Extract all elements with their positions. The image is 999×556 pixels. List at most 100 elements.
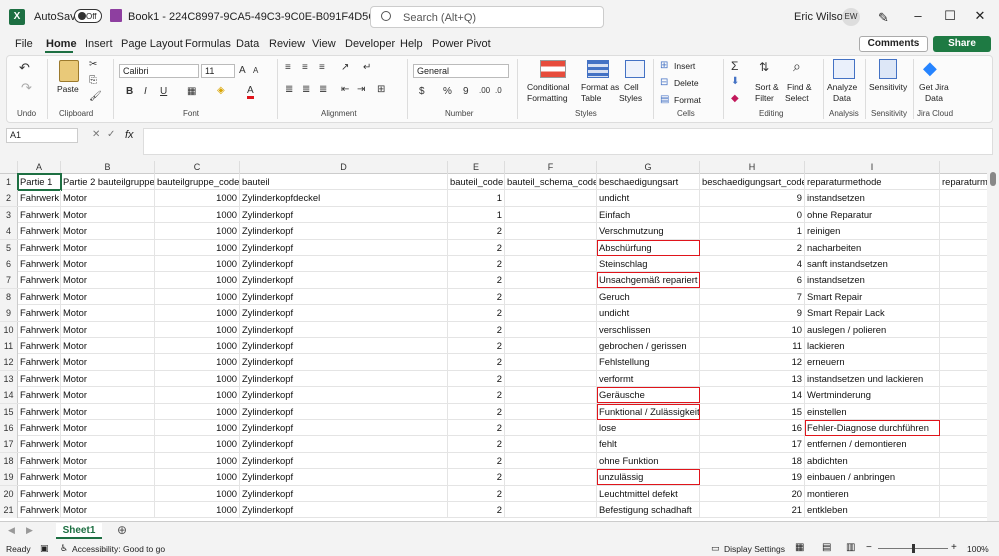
fill-color-icon[interactable]: ◈: [217, 85, 225, 96]
cell[interactable]: 2: [448, 485, 505, 502]
cell[interactable]: Motor: [61, 370, 155, 387]
cell[interactable]: 2: [448, 239, 505, 256]
cell[interactable]: Wertminderung: [805, 387, 940, 404]
cell[interactable]: 1000: [155, 305, 240, 322]
insert-function-icon[interactable]: fx: [125, 129, 134, 141]
cell[interactable]: Motor: [61, 354, 155, 371]
cell[interactable]: 16: [700, 420, 805, 436]
cell[interactable]: fehlt: [597, 436, 700, 453]
tab-data[interactable]: Data: [236, 38, 259, 50]
sheet-tab-sheet1[interactable]: Sheet1: [56, 523, 102, 539]
zoom-slider-thumb[interactable]: [912, 544, 915, 553]
cell[interactable]: [505, 469, 597, 486]
cell[interactable]: unzulässig: [597, 469, 700, 486]
cell[interactable]: Leuchtmittel defekt: [597, 485, 700, 502]
cell[interactable]: Fahrwerk: [18, 502, 61, 518]
cell[interactable]: Steinschlag: [597, 256, 700, 272]
cell[interactable]: Fahrwerk: [18, 485, 61, 502]
row-header[interactable]: 5: [0, 239, 18, 256]
cell[interactable]: einbauen / anbringen: [805, 469, 940, 486]
add-sheet-icon[interactable]: ⊕: [117, 523, 127, 537]
cell[interactable]: 1000: [155, 370, 240, 387]
row-header[interactable]: 2: [0, 190, 18, 207]
minimize-icon[interactable]: –: [908, 6, 928, 26]
align-top-icon[interactable]: ≡: [285, 62, 291, 73]
get-jira-data-l2[interactable]: Data: [925, 93, 943, 103]
analyze-data-icon[interactable]: [833, 59, 855, 79]
underline-icon[interactable]: U: [160, 86, 167, 97]
cell[interactable]: [940, 207, 987, 223]
tab-home[interactable]: Home: [46, 38, 77, 50]
cell[interactable]: 1000: [155, 354, 240, 371]
comments-button[interactable]: Comments: [859, 36, 928, 52]
cell[interactable]: Partie 1: [17, 173, 62, 191]
cell[interactable]: einstellen: [805, 403, 940, 420]
column-header[interactable]: B: [61, 161, 155, 174]
cell[interactable]: [505, 239, 597, 256]
cell[interactable]: 20: [700, 485, 805, 502]
cell[interactable]: 1000: [155, 190, 240, 207]
cell[interactable]: 6: [700, 272, 805, 289]
analyze-data-l1[interactable]: Analyze: [827, 82, 857, 92]
cell[interactable]: entkleben: [805, 502, 940, 518]
cell[interactable]: 2: [448, 272, 505, 289]
tab-view[interactable]: View: [312, 38, 336, 50]
cell[interactable]: Zylinderkopf: [240, 206, 448, 223]
comma-icon[interactable]: 9: [463, 86, 469, 97]
cell[interactable]: ohne Funktion: [597, 452, 700, 469]
column-header[interactable]: I: [805, 161, 940, 174]
sort-filter-l1[interactable]: Sort &: [755, 82, 779, 92]
cell[interactable]: 2: [448, 502, 505, 518]
cell[interactable]: 2: [448, 387, 505, 404]
increase-decimal-icon[interactable]: .00: [479, 86, 490, 95]
cell[interactable]: Zylinderkopf: [240, 502, 448, 518]
cell[interactable]: Fahrwerk: [18, 436, 61, 453]
tab-help[interactable]: Help: [400, 38, 423, 50]
vertical-scrollbar[interactable]: [987, 161, 999, 521]
cell[interactable]: undicht: [597, 190, 700, 207]
find-select-l1[interactable]: Find &: [787, 82, 812, 92]
cell[interactable]: 4: [700, 256, 805, 272]
tab-file[interactable]: File: [15, 38, 33, 50]
cell[interactable]: Zylinderkopf: [240, 239, 448, 256]
tab-power-pivot[interactable]: Power Pivot: [432, 38, 491, 50]
sort-filter-icon[interactable]: ⇅: [759, 60, 769, 74]
cell[interactable]: 1000: [155, 256, 240, 272]
conditional-formatting-l1[interactable]: Conditional: [527, 82, 570, 92]
cell[interactable]: Motor: [61, 338, 155, 354]
row-header[interactable]: 12: [0, 354, 18, 371]
macro-record-icon[interactable]: ▣: [40, 543, 49, 554]
cell[interactable]: Fahrwerk: [18, 239, 61, 256]
cell[interactable]: [505, 420, 597, 436]
row-header[interactable]: 6: [0, 256, 18, 272]
cell[interactable]: 10: [700, 321, 805, 338]
column-header[interactable]: E: [448, 161, 505, 174]
cell[interactable]: 21: [700, 502, 805, 518]
sensitivity-label[interactable]: Sensitivity: [869, 82, 907, 92]
cell[interactable]: 1000: [155, 485, 240, 502]
find-select-icon[interactable]: ⌕: [793, 58, 801, 75]
cell[interactable]: Partie 2 bauteilgruppe: [61, 174, 155, 190]
cell[interactable]: bauteil: [240, 174, 448, 190]
cell[interactable]: 9: [700, 190, 805, 207]
percent-icon[interactable]: %: [443, 86, 452, 97]
row-header[interactable]: 20: [0, 485, 18, 502]
cell[interactable]: Funktional / Zulässigkeit: [597, 403, 700, 420]
cell[interactable]: Fahrwerk: [18, 321, 61, 338]
cell[interactable]: [505, 370, 597, 387]
cell[interactable]: 1: [448, 206, 505, 223]
cell[interactable]: 2: [448, 452, 505, 469]
cell[interactable]: 1000: [155, 403, 240, 420]
cell[interactable]: Motor: [61, 288, 155, 305]
row-header[interactable]: 14: [0, 387, 18, 404]
cell[interactable]: [505, 272, 597, 289]
cell[interactable]: 17: [700, 436, 805, 453]
cell[interactable]: Zylinderkopf: [240, 288, 448, 305]
cell[interactable]: gebrochen / gerissen: [597, 338, 700, 354]
cell[interactable]: Zylinderkopf: [240, 338, 448, 354]
tab-formulas[interactable]: Formulas: [185, 38, 231, 50]
orientation-icon[interactable]: ↗: [341, 62, 349, 73]
borders-icon[interactable]: ▦: [187, 86, 196, 97]
cell[interactable]: Zylinderkopf: [240, 469, 448, 486]
copy-icon[interactable]: ⎘: [89, 75, 97, 86]
